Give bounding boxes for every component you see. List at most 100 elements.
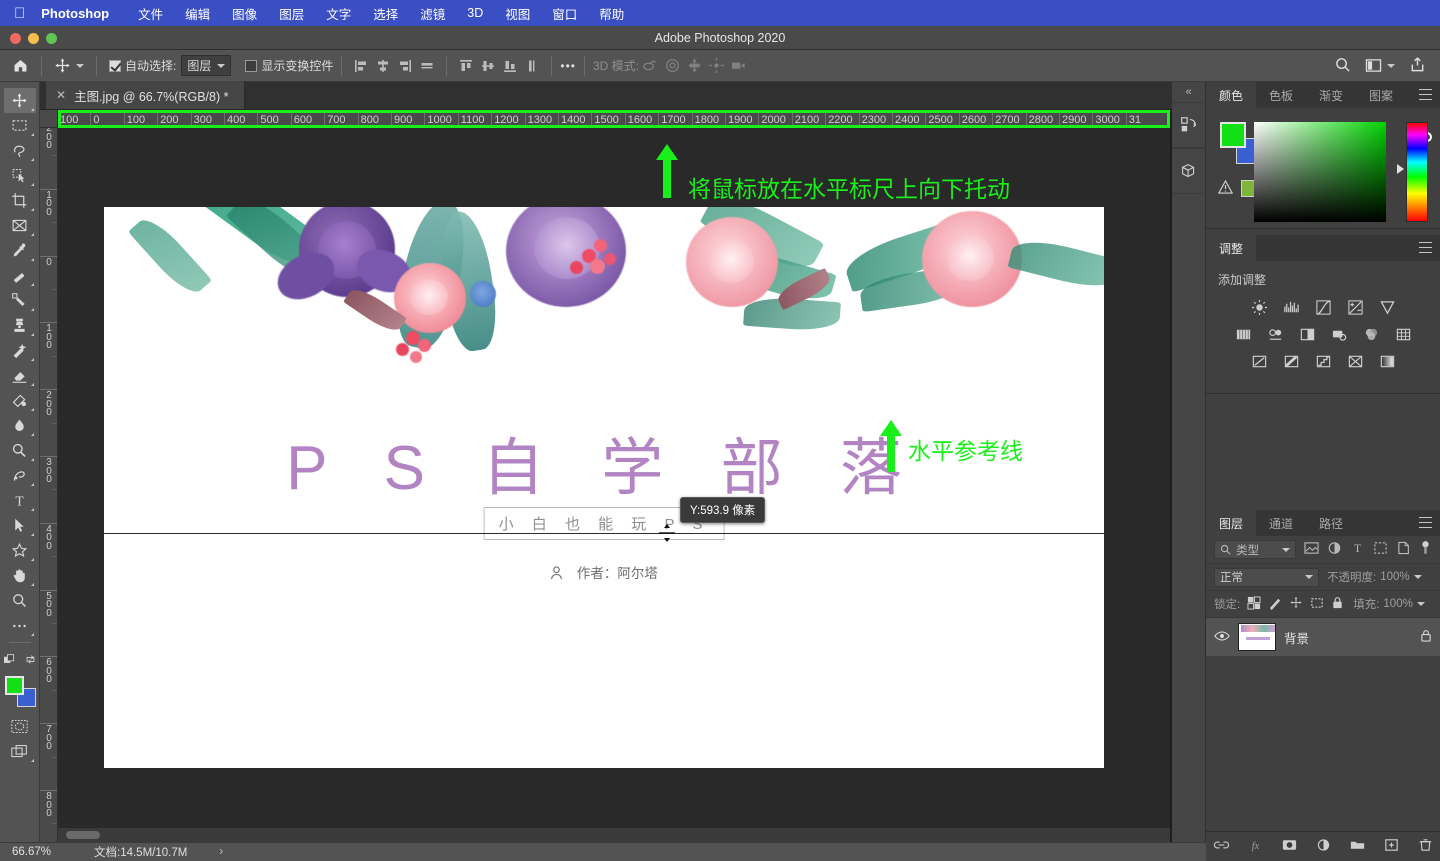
opacity-value[interactable]: 100% — [1380, 571, 1409, 583]
quick-select-tool[interactable] — [4, 163, 36, 188]
more-tools-button[interactable] — [4, 613, 36, 638]
auto-select-checkbox[interactable] — [105, 54, 125, 78]
home-button[interactable] — [8, 54, 33, 78]
show-transform-checkbox[interactable] — [241, 54, 261, 78]
menu-item-layer[interactable]: 图层 — [268, 4, 315, 23]
3d-rotate-icon[interactable] — [639, 55, 661, 77]
smart-object-filter-icon[interactable] — [1396, 541, 1411, 558]
hand-tool[interactable] — [4, 563, 36, 588]
close-icon[interactable]: ✕ — [56, 88, 66, 102]
artboard[interactable]: P S 自 学 部 落 小 白 也 能 玩 P S 作者：阿尔塔 — [104, 207, 1104, 768]
screen-mode-button[interactable] — [4, 739, 36, 764]
exposure-icon[interactable] — [1345, 298, 1365, 316]
history-brush-tool[interactable] — [4, 338, 36, 363]
align-distribute-icon[interactable] — [416, 55, 438, 77]
default-colors-and-swap[interactable] — [3, 647, 36, 672]
document-tab[interactable]: ✕ 主图.jpg @ 66.7%(RGB/8) * — [46, 81, 246, 109]
align-top-edges-icon[interactable] — [455, 55, 477, 77]
align-right-edges-icon[interactable] — [394, 55, 416, 77]
apple-icon[interactable]:  — [14, 6, 25, 21]
fill-value[interactable]: 100% — [1383, 598, 1412, 610]
layer-filter-dropdown[interactable]: 类型 — [1214, 540, 1296, 559]
quick-mask-button[interactable] — [4, 714, 36, 739]
current-tool-move-icon[interactable] — [50, 54, 88, 78]
vibrance-icon[interactable] — [1377, 298, 1397, 316]
posterize-icon[interactable] — [1281, 352, 1301, 370]
menu-item-image[interactable]: 图像 — [221, 4, 268, 23]
color-foreground-swatch[interactable] — [1220, 122, 1246, 148]
minimize-window-button[interactable] — [28, 32, 39, 44]
3d-slide-icon[interactable] — [705, 55, 727, 77]
chevron-down-icon[interactable] — [1416, 602, 1425, 606]
menu-item-help[interactable]: 帮助 — [588, 4, 635, 23]
lasso-tool[interactable] — [4, 138, 36, 163]
menu-item-type[interactable]: 文字 — [315, 4, 362, 23]
lock-image-icon[interactable] — [1268, 596, 1282, 613]
foreground-color-swatch[interactable] — [4, 676, 24, 695]
eye-icon[interactable] — [1214, 630, 1230, 645]
panel-menu-icon[interactable] — [1419, 517, 1432, 528]
tab-adjustments[interactable]: 调整 — [1206, 235, 1257, 261]
tab-paths[interactable]: 路径 — [1306, 510, 1356, 536]
brush-tool[interactable] — [4, 288, 36, 313]
photo-filter-icon[interactable] — [1329, 325, 1349, 343]
lock-all-icon[interactable] — [1331, 596, 1344, 613]
layer-row-background[interactable]: 背景 — [1206, 618, 1440, 656]
delete-layer-icon[interactable] — [1417, 838, 1434, 855]
menu-item-3d[interactable]: 3D — [456, 6, 494, 20]
eraser-tool[interactable] — [4, 363, 36, 388]
workspace-switcher-button[interactable] — [1365, 58, 1395, 73]
3d-roll-icon[interactable] — [661, 55, 683, 77]
align-vertical-centers-icon[interactable] — [477, 55, 499, 77]
vertical-ruler[interactable]: 2 0 0 1 0 0 0 1 0 0 2 0 0 3 0 0 4 0 0 5 0 0 6 0 … — [40, 128, 58, 842]
pen-tool[interactable] — [4, 463, 36, 488]
tab-swatches[interactable]: 色板 — [1256, 82, 1306, 108]
levels-icon[interactable] — [1281, 298, 1301, 316]
panel-menu-icon[interactable] — [1419, 89, 1432, 100]
type-tool[interactable]: T — [4, 488, 36, 513]
maximize-window-button[interactable] — [46, 32, 57, 44]
healing-brush-tool[interactable] — [4, 263, 36, 288]
canvas-area[interactable]: P S 自 学 部 落 小 白 也 能 玩 P S 作者：阿尔塔 Y:593.9… — [58, 128, 1170, 842]
color-lookup-icon[interactable] — [1393, 325, 1413, 343]
pixel-filter-icon[interactable] — [1304, 541, 1319, 558]
scrollbar-thumb[interactable] — [66, 831, 100, 839]
type-filter-icon[interactable]: T — [1350, 541, 1365, 558]
app-name-label[interactable]: Photoshop — [41, 6, 109, 21]
fill-control[interactable]: 填充: 100% — [1353, 596, 1425, 612]
3d-panel-icon[interactable] — [1172, 148, 1206, 194]
search-icon[interactable] — [1334, 56, 1351, 76]
chevron-down-icon[interactable] — [1413, 575, 1422, 579]
align-bottom-edges-icon[interactable] — [499, 55, 521, 77]
blend-mode-dropdown[interactable]: 正常 — [1214, 567, 1319, 587]
marquee-tool[interactable] — [4, 113, 36, 138]
menu-item-edit[interactable]: 编辑 — [174, 4, 221, 23]
more-options-button[interactable]: ••• — [560, 59, 576, 73]
opacity-control[interactable]: 不透明度: 100% — [1327, 569, 1422, 585]
clone-stamp-tool[interactable] — [4, 313, 36, 338]
tab-patterns[interactable]: 图案 — [1356, 82, 1406, 108]
selective-color-icon[interactable] — [1377, 352, 1397, 370]
3d-camera-icon[interactable] — [727, 55, 749, 77]
menu-item-window[interactable]: 窗口 — [541, 4, 588, 23]
blur-tool[interactable] — [4, 413, 36, 438]
distribute-vertical-icon[interactable] — [521, 55, 543, 77]
lock-transparency-icon[interactable] — [1247, 595, 1261, 613]
gamut-warning-icon[interactable] — [1217, 179, 1234, 197]
add-mask-icon[interactable] — [1281, 838, 1298, 855]
color-balance-icon[interactable] — [1265, 325, 1285, 343]
gradient-tool[interactable] — [4, 388, 36, 413]
ruler-corner[interactable] — [40, 110, 58, 128]
close-window-button[interactable] — [10, 32, 21, 44]
new-adjustment-icon[interactable] — [1315, 838, 1332, 855]
lock-icon[interactable] — [1420, 629, 1432, 646]
align-horizontal-centers-icon[interactable] — [372, 55, 394, 77]
chevron-down-icon[interactable] — [76, 63, 84, 68]
horizontal-guide-line[interactable] — [58, 533, 1170, 534]
tab-gradients[interactable]: 渐变 — [1306, 82, 1356, 108]
share-icon[interactable] — [1409, 56, 1426, 76]
link-layers-icon[interactable] — [1213, 838, 1230, 855]
dodge-tool[interactable] — [4, 438, 36, 463]
new-layer-icon[interactable] — [1383, 838, 1400, 855]
lock-artboard-icon[interactable] — [1310, 596, 1324, 613]
